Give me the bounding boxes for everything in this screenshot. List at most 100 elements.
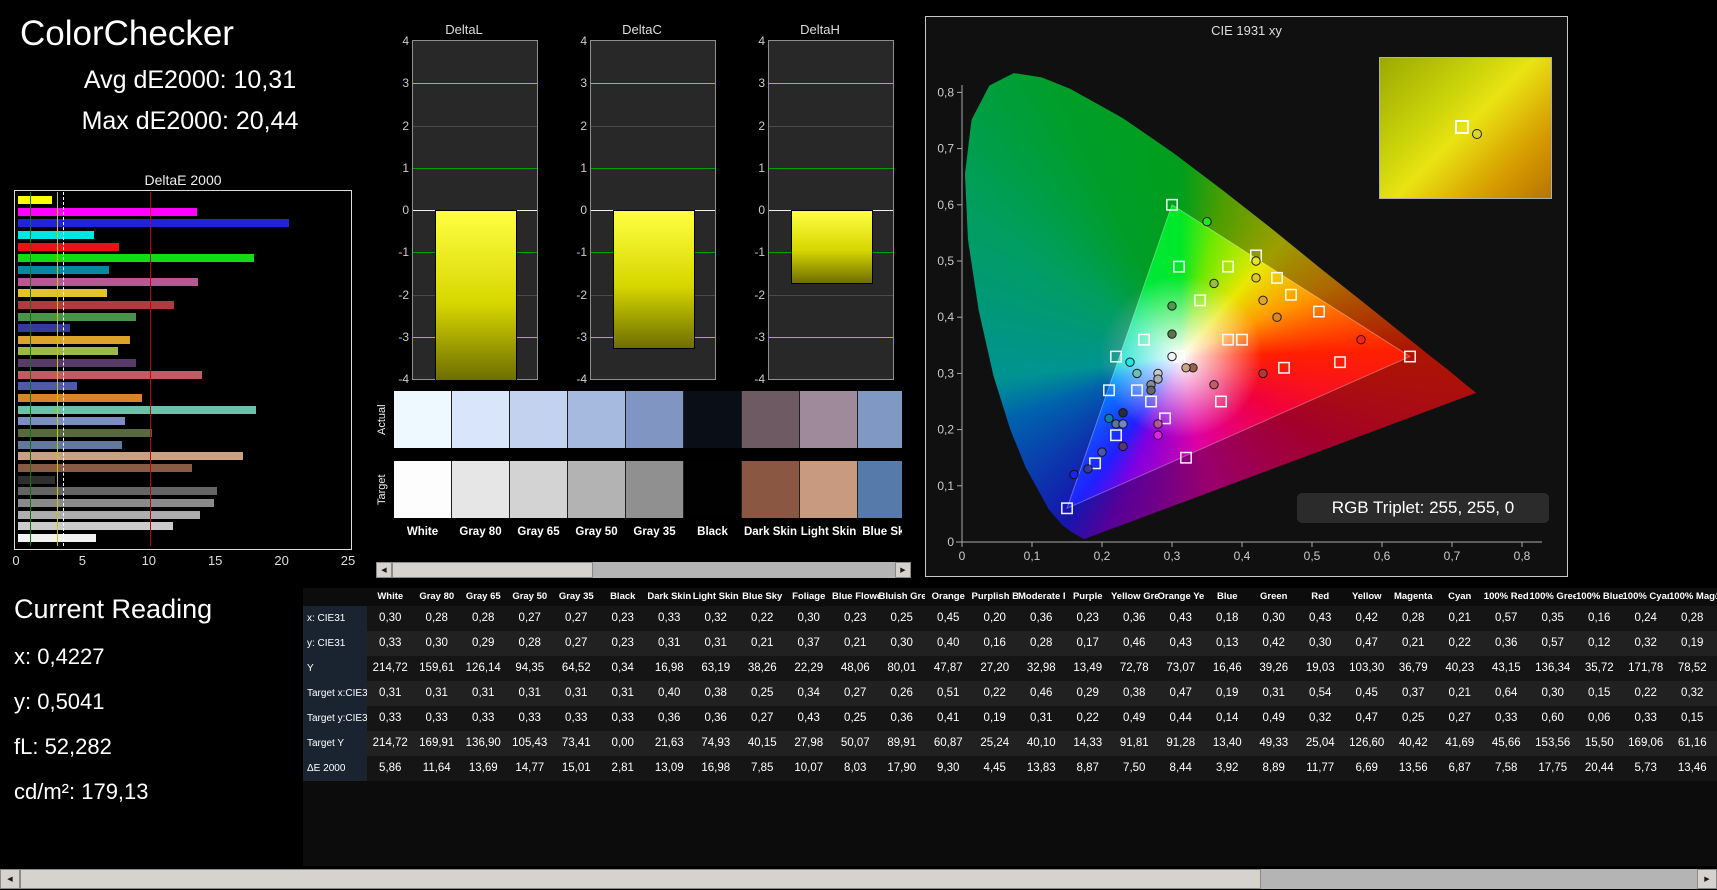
table-cell: 0,37 [785, 631, 832, 656]
table-cell: 159,61 [413, 656, 460, 681]
column-header: Blue Sky [742, 591, 783, 602]
scrollbar-thumb[interactable] [20, 869, 1261, 889]
target-marker [1145, 395, 1157, 408]
table-cell: 8,87 [1064, 756, 1111, 781]
measured-marker [1272, 312, 1282, 322]
table-cell: 105,43 [506, 731, 553, 756]
table-cell: 0,21 [739, 631, 786, 656]
table-cell: 39,26 [1250, 656, 1297, 681]
column-header: Light Skin [692, 591, 739, 602]
axis-tick-label: 2 [402, 118, 409, 133]
table-cell: 0,21 [832, 631, 879, 656]
grid-line [769, 167, 893, 169]
table-cell: 0,47 [1343, 706, 1390, 731]
table-scrollbar[interactable]: ◀ ▶ [0, 869, 1717, 889]
scroll-right-icon[interactable]: ▶ [895, 562, 911, 578]
table-cell: 0,33 [506, 706, 553, 731]
table-cell: 0,30 [1297, 631, 1344, 656]
deltae-bar [17, 497, 216, 508]
swatch-actual-light-skin [799, 391, 858, 448]
table-cell: 2,81 [599, 756, 646, 781]
axis-tick-label: -3 [754, 329, 765, 344]
scroll-left-icon[interactable]: ◀ [376, 562, 392, 578]
table-cell: 7,85 [739, 756, 786, 781]
swatch-label: Gray 35 [633, 526, 676, 538]
table-cell: 72,78 [1111, 656, 1158, 681]
grid-line [591, 167, 715, 169]
axis-tick-label: 3 [580, 76, 587, 91]
table-cell: 15,50 [1576, 731, 1623, 756]
axis-tick-label: 4 [758, 34, 765, 48]
swatch-label: Light Skin [800, 526, 857, 538]
swatch-target-light-skin [799, 461, 858, 518]
table-cell: 103,30 [1343, 656, 1390, 681]
scrollbar-track[interactable] [392, 562, 895, 578]
deltae-bar [17, 381, 79, 392]
axis-tick-label: 1 [402, 160, 409, 175]
table-cell: 0,36 [1018, 606, 1065, 631]
table-cell: 0,45 [925, 606, 972, 631]
table-cell: 6,69 [1343, 756, 1390, 781]
table-cell: 47,87 [925, 656, 972, 681]
table-cell: 0,12 [1576, 631, 1623, 656]
table-cell: 0,31 [367, 681, 414, 706]
table-cell: 0,36 [692, 706, 739, 731]
table-cell: 0,41 [925, 706, 972, 731]
grid-line [769, 83, 893, 85]
table-cell: 0,49 [1250, 706, 1297, 731]
x-tick-label: 0,8 [1514, 549, 1531, 563]
table-cell: 0,28 [413, 606, 460, 631]
table-cell: 73,07 [1157, 656, 1204, 681]
swatch-actual-gray-50 [567, 391, 626, 448]
table-cell: 0,60 [1529, 706, 1576, 731]
table-cell: 0,30 [785, 606, 832, 631]
deltae-bar [17, 311, 138, 322]
table-cell: 0,19 [1204, 681, 1251, 706]
table-cell: 8,03 [832, 756, 879, 781]
table-cell: 0,19 [971, 706, 1018, 731]
table-cell: 0,27 [739, 706, 786, 731]
table-cell: 0,25 [878, 606, 925, 631]
scrollbar-thumb[interactable] [392, 562, 594, 578]
axis-tick-label: -2 [754, 287, 765, 302]
deltae-bar [17, 486, 219, 497]
deltae-bar [17, 404, 257, 415]
table-cell: 74,93 [692, 731, 739, 756]
scroll-left-icon[interactable]: ◀ [0, 869, 20, 889]
x-tick-label: 0,1 [1024, 549, 1041, 563]
table-cell: 27,20 [971, 656, 1018, 681]
table-cell: 0,17 [1064, 631, 1111, 656]
grid-line [769, 294, 893, 296]
x-tick-label: 0 [959, 549, 966, 563]
measured-marker [1209, 278, 1219, 289]
swatch-label: White [406, 526, 439, 538]
measured-marker [1069, 469, 1079, 480]
table-cell: 48,06 [832, 656, 879, 681]
scroll-right-icon[interactable]: ▶ [1697, 869, 1717, 889]
table-cell: 91,28 [1157, 731, 1204, 756]
measured-marker [1125, 357, 1135, 367]
table-cell: 0,28 [1669, 606, 1716, 631]
deltae-bar [17, 416, 126, 427]
chart-title: DeltaH [800, 22, 840, 37]
table-cell: 0,35 [1529, 606, 1576, 631]
scrollbar-track[interactable] [20, 869, 1697, 889]
table-cell: 40,42 [1390, 731, 1437, 756]
chart-plot: 4 3 2 1 0 -1 -2 -3 -4 [576, 34, 716, 386]
table-cell: 5,73 [1622, 756, 1669, 781]
reading-y: y: 0,5041 [14, 689, 105, 714]
table-cell: 73,41 [553, 731, 600, 756]
table-cell: 36,79 [1390, 656, 1437, 681]
avg-de2000: Avg dE2000: 10,31 [83, 66, 297, 94]
column-header: Green [1260, 591, 1288, 602]
x-tick-label: 0,5 [1304, 549, 1321, 563]
table-row-label: y: CIE31 [303, 631, 367, 656]
swatch-scrollbar[interactable]: ◀ ▶ [376, 562, 911, 578]
table-cell: 0,23 [832, 606, 879, 631]
table-cell: 0,37 [1390, 681, 1437, 706]
table-cell: 0,64 [1483, 681, 1530, 706]
axis-tick-label: -2 [398, 287, 409, 302]
table-cell: 0,14 [1204, 706, 1251, 731]
table-cell: 0,30 [1529, 681, 1576, 706]
table-cell: 0,43 [1157, 606, 1204, 631]
